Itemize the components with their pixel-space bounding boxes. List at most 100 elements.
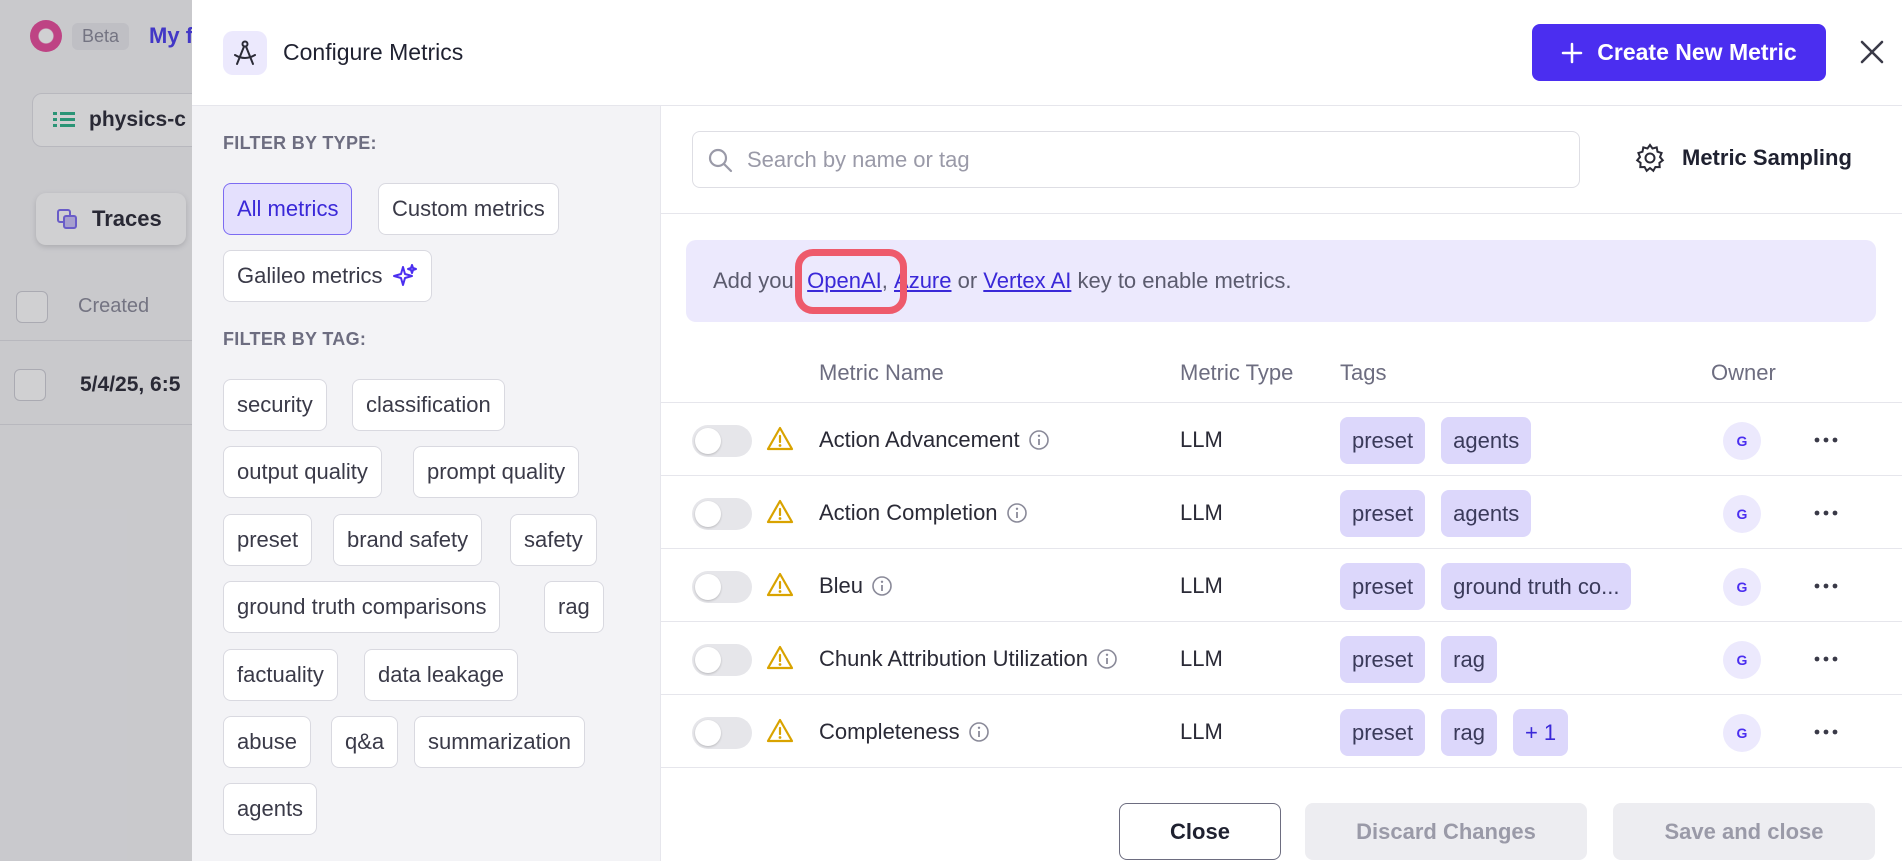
warning-icon bbox=[766, 572, 794, 597]
metric-toggle[interactable] bbox=[692, 425, 752, 457]
tag-chip-agents[interactable]: agents bbox=[223, 783, 318, 835]
metric-toggle[interactable] bbox=[692, 717, 752, 749]
table-row: Action Advancement LLM preset agents G bbox=[661, 403, 1902, 476]
filter-panel: FILTER BY TYPE: All metrics Custom metri… bbox=[192, 106, 661, 861]
tag-chip-ground-truth-comparisons[interactable]: ground truth comparisons bbox=[223, 581, 501, 633]
tag: agents bbox=[1441, 417, 1532, 464]
search-box[interactable] bbox=[692, 131, 1580, 188]
chip-label: output quality bbox=[237, 459, 368, 484]
metric-type: LLM bbox=[1180, 719, 1223, 744]
drawer-header: Configure Metrics Create New Metric bbox=[192, 0, 1902, 106]
chip-label: safety bbox=[524, 527, 583, 552]
type-chip-custom-metrics[interactable]: Custom metrics bbox=[378, 183, 559, 235]
warning-icon bbox=[766, 645, 794, 670]
chip-label: All metrics bbox=[237, 196, 339, 221]
tag: agents bbox=[1441, 490, 1532, 537]
tag-chip-output-quality[interactable]: output quality bbox=[223, 446, 382, 498]
tag: preset bbox=[1340, 636, 1426, 683]
info-icon[interactable] bbox=[1006, 502, 1028, 524]
more-options-icon[interactable] bbox=[1811, 574, 1841, 598]
chip-label: brand safety bbox=[347, 527, 469, 552]
metric-name-text: Action Completion bbox=[819, 500, 998, 525]
table-row: Action Completion LLM preset agents G bbox=[661, 476, 1902, 549]
info-icon[interactable] bbox=[1028, 429, 1050, 451]
metric-toggle[interactable] bbox=[692, 498, 752, 530]
tag-chip-summarization[interactable]: summarization bbox=[414, 716, 586, 768]
metrics-main: Metric Sampling Add your OpenAI, Azure o… bbox=[661, 106, 1902, 861]
metric-name-text: Bleu bbox=[819, 573, 864, 598]
compass-icon bbox=[223, 30, 267, 75]
chip-label: ground truth comparisons bbox=[237, 594, 487, 619]
chip-label: q&a bbox=[345, 729, 385, 754]
table-row: Completeness LLM preset rag + 1 G bbox=[661, 695, 1902, 768]
chip-label: data leakage bbox=[378, 662, 504, 687]
vertex-ai-link[interactable]: Vertex AI bbox=[983, 268, 1071, 294]
banner-suffix: key to enable metrics. bbox=[1071, 268, 1292, 293]
tag: preset bbox=[1340, 709, 1426, 756]
tag-chip-brand-safety[interactable]: brand safety bbox=[333, 514, 483, 566]
metric-type: LLM bbox=[1180, 646, 1223, 671]
filter-by-type-label: FILTER BY TYPE: bbox=[223, 133, 377, 153]
discard-changes-button[interactable]: Discard Changes bbox=[1305, 803, 1587, 860]
tag-chip-abuse[interactable]: abuse bbox=[223, 716, 311, 768]
owner-avatar: G bbox=[1723, 495, 1761, 533]
table-row: Chunk Attribution Utilization LLM preset… bbox=[661, 622, 1902, 695]
more-tags-badge[interactable]: + 1 bbox=[1512, 709, 1569, 756]
metric-tags: preset agents bbox=[1340, 417, 1532, 464]
tag-chip-rag[interactable]: rag bbox=[544, 581, 604, 633]
type-chip-all-metrics[interactable]: All metrics bbox=[223, 183, 353, 235]
create-new-metric-button[interactable]: Create New Metric bbox=[1532, 24, 1826, 81]
metric-tags: preset ground truth co... bbox=[1340, 563, 1632, 610]
metric-toggle[interactable] bbox=[692, 644, 752, 676]
tag-chip-security[interactable]: security bbox=[223, 379, 327, 431]
chip-label: Custom metrics bbox=[392, 196, 545, 221]
filter-by-tag-label: FILTER BY TAG: bbox=[223, 329, 367, 349]
tag-chip-safety[interactable]: safety bbox=[510, 514, 597, 566]
chip-label: security bbox=[237, 392, 313, 417]
close-button[interactable]: Close bbox=[1119, 803, 1281, 860]
plus-icon bbox=[1562, 42, 1583, 63]
tag: ground truth co... bbox=[1441, 563, 1632, 610]
banner-prefix: Add your bbox=[713, 268, 808, 293]
tag-chip-prompt-quality[interactable]: prompt quality bbox=[413, 446, 580, 498]
owner-avatar: G bbox=[1723, 568, 1761, 606]
info-icon[interactable] bbox=[871, 575, 893, 597]
metric-name-text: Completeness bbox=[819, 719, 960, 744]
more-options-icon[interactable] bbox=[1811, 501, 1841, 525]
info-icon[interactable] bbox=[968, 721, 990, 743]
close-icon[interactable] bbox=[1852, 32, 1892, 72]
search-input[interactable] bbox=[747, 146, 1547, 173]
more-options-icon[interactable] bbox=[1811, 720, 1841, 744]
type-chip-galileo-metrics[interactable]: Galileo metrics bbox=[223, 250, 433, 302]
metric-name: Completeness bbox=[819, 719, 990, 745]
tag: preset bbox=[1340, 417, 1426, 464]
table-row: Bleu LLM preset ground truth co... G bbox=[661, 549, 1902, 622]
metric-sampling-button[interactable]: Metric Sampling bbox=[1634, 142, 1852, 174]
tag-chip-qa[interactable]: q&a bbox=[331, 716, 399, 768]
highlight-marker bbox=[795, 249, 907, 314]
more-options-icon[interactable] bbox=[1811, 428, 1841, 452]
tag: preset bbox=[1340, 563, 1426, 610]
tag: rag bbox=[1441, 636, 1497, 683]
tag-chip-data-leakage[interactable]: data leakage bbox=[364, 649, 518, 701]
drawer-footer: Close Discard Changes Save and close bbox=[661, 767, 1902, 861]
chip-label: prompt quality bbox=[427, 459, 566, 484]
column-metric-name: Metric Name bbox=[819, 360, 944, 385]
metric-tags: preset rag + 1 bbox=[1340, 709, 1569, 756]
owner-avatar: G bbox=[1723, 422, 1761, 460]
info-icon[interactable] bbox=[1096, 648, 1118, 670]
metric-name: Bleu bbox=[819, 573, 893, 599]
save-and-close-button[interactable]: Save and close bbox=[1613, 803, 1875, 860]
tag: preset bbox=[1340, 490, 1426, 537]
metric-toggle[interactable] bbox=[692, 571, 752, 603]
chip-label: factuality bbox=[237, 662, 324, 687]
warning-icon bbox=[766, 718, 794, 743]
tag-chip-classification[interactable]: classification bbox=[352, 379, 505, 431]
metric-name: Action Advancement bbox=[819, 427, 1050, 453]
sparkle-icon bbox=[393, 264, 418, 286]
more-options-icon[interactable] bbox=[1811, 647, 1841, 671]
tag-chip-preset[interactable]: preset bbox=[223, 514, 313, 566]
tag-chip-factuality[interactable]: factuality bbox=[223, 649, 338, 701]
warning-icon bbox=[766, 499, 794, 524]
metric-tags: preset agents bbox=[1340, 490, 1532, 537]
